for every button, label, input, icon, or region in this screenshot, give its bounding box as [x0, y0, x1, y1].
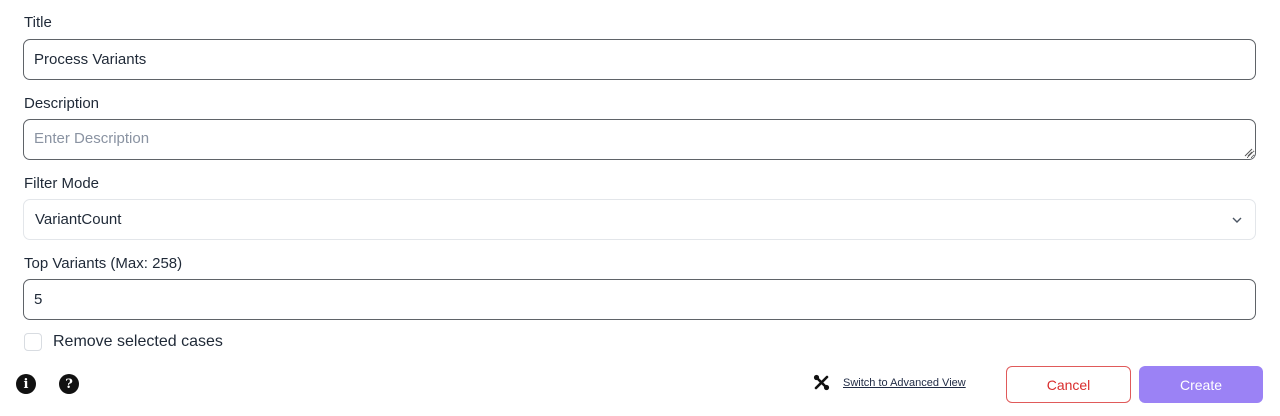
top-variants-input[interactable]	[23, 279, 1256, 320]
description-textarea[interactable]	[23, 119, 1256, 160]
cancel-button[interactable]: Cancel	[1006, 366, 1131, 403]
title-label: Title	[24, 14, 52, 31]
create-button[interactable]: Create	[1139, 366, 1263, 403]
remove-selected-label: Remove selected cases	[53, 333, 223, 350]
top-variants-label: Top Variants (Max: 258)	[24, 255, 183, 272]
filter-mode-label: Filter Mode	[24, 175, 100, 192]
tools-icon	[813, 374, 830, 391]
switch-advanced-view[interactable]: Switch to Advanced View	[813, 374, 966, 391]
filter-mode-value: VariantCount	[35, 211, 122, 228]
remove-selected-checkbox[interactable]	[24, 333, 42, 351]
filter-mode-select[interactable]: VariantCount	[23, 199, 1256, 240]
switch-advanced-view-link[interactable]: Switch to Advanced View	[843, 377, 966, 389]
remove-selected-row[interactable]: Remove selected cases	[24, 333, 223, 351]
chevron-down-icon	[1232, 217, 1242, 223]
question-circle-icon[interactable]: ?	[59, 374, 79, 394]
description-label: Description	[24, 95, 100, 112]
info-circle-icon[interactable]: i	[16, 374, 36, 394]
title-input[interactable]	[23, 39, 1256, 80]
